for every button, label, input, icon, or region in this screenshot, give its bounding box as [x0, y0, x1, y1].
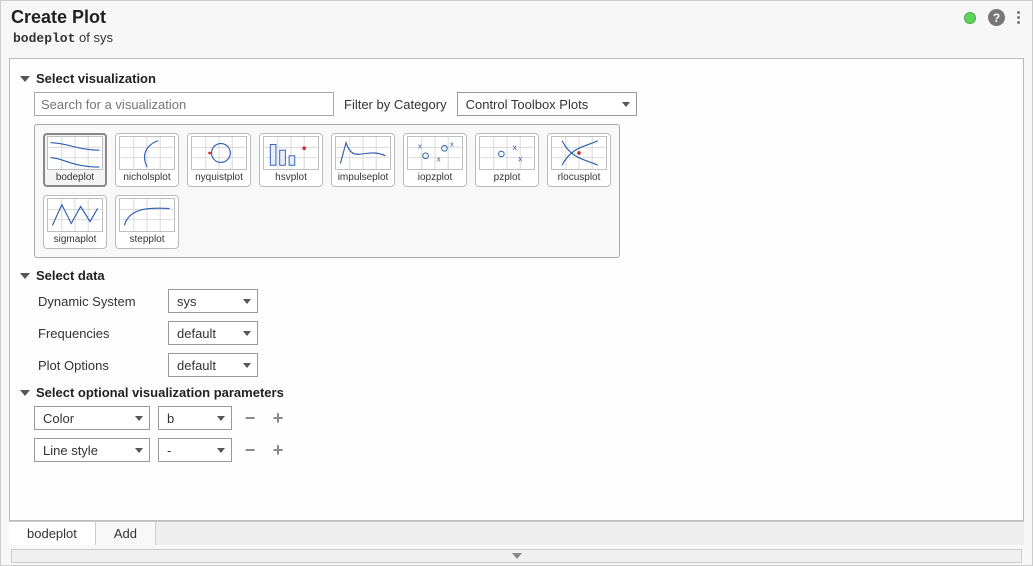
viz-thumb-icon: [47, 198, 103, 232]
filter-label: Filter by Category: [344, 97, 447, 112]
viz-label: nyquistplot: [195, 172, 243, 183]
subtitle-code: bodeplot: [13, 31, 75, 46]
viz-label: iopzplot: [418, 172, 452, 183]
viz-thumb-icon: [119, 136, 175, 170]
viz-label: impulseplot: [338, 172, 389, 183]
collapse-strip[interactable]: [11, 549, 1022, 563]
create-plot-window: Create Plot ? bodeplot of sys Select vis…: [0, 0, 1033, 566]
viz-label: bodeplot: [56, 172, 94, 183]
viz-label: sigmaplot: [54, 234, 97, 245]
plot-options-select[interactable]: default: [168, 353, 258, 377]
svg-text:x: x: [437, 154, 441, 163]
chevron-down-icon: [217, 448, 225, 453]
status-indicator-icon: [964, 12, 976, 24]
search-input[interactable]: [34, 92, 334, 116]
svg-text:x: x: [518, 153, 523, 163]
category-select[interactable]: Control Toolbox Plots: [457, 92, 637, 116]
viz-thumb-icon: [263, 136, 319, 170]
more-menu-icon[interactable]: [1015, 9, 1022, 26]
remove-param-button[interactable]: −: [240, 440, 260, 460]
main-panel: Select visualization Filter by Category …: [9, 58, 1024, 521]
add-param-button[interactable]: +: [268, 440, 288, 460]
viz-item-hsvplot[interactable]: hsvplot: [259, 133, 323, 187]
subtitle: bodeplot of sys: [1, 30, 1032, 52]
viz-label: nicholsplot: [123, 172, 170, 183]
help-icon[interactable]: ?: [988, 9, 1005, 26]
viz-thumb-icon: [47, 136, 103, 170]
param-value-select[interactable]: b: [158, 406, 232, 430]
chevron-down-icon: [243, 299, 251, 304]
viz-thumb-icon: xxx: [407, 136, 463, 170]
caret-down-icon: [20, 390, 30, 396]
viz-thumb-icon: [191, 136, 247, 170]
viz-thumb-icon: [551, 136, 607, 170]
viz-thumb-icon: [119, 198, 175, 232]
dynamic-system-label: Dynamic System: [38, 294, 158, 309]
caret-down-icon: [20, 273, 30, 279]
window-title: Create Plot: [11, 7, 106, 28]
viz-item-sigmaplot[interactable]: sigmaplot: [43, 195, 107, 249]
param-name-select[interactable]: Color: [34, 406, 150, 430]
viz-item-stepplot[interactable]: stepplot: [115, 195, 179, 249]
viz-item-pzplot[interactable]: xx pzplot: [475, 133, 539, 187]
viz-item-bodeplot[interactable]: bodeplot: [43, 133, 107, 187]
viz-item-iopzplot[interactable]: xxxiopzplot: [403, 133, 467, 187]
caret-down-icon: [20, 76, 30, 82]
chevron-down-icon: [135, 448, 143, 453]
chevron-down-icon: [217, 416, 225, 421]
frequencies-label: Frequencies: [38, 326, 158, 341]
param-value-select[interactable]: -: [158, 438, 232, 462]
frequencies-select[interactable]: default: [168, 321, 258, 345]
svg-text:x: x: [418, 141, 422, 150]
viz-item-nicholsplot[interactable]: nicholsplot: [115, 133, 179, 187]
param-row: Line style - − +: [34, 438, 1013, 462]
dynamic-system-select[interactable]: sys: [168, 289, 258, 313]
plot-options-label: Plot Options: [38, 358, 158, 373]
section-optional-params[interactable]: Select optional visualization parameters: [20, 385, 1013, 400]
param-row: Color b − +: [34, 406, 1013, 430]
svg-text:x: x: [450, 139, 454, 148]
title-bar: Create Plot ?: [1, 1, 1032, 30]
viz-label: hsvplot: [275, 172, 307, 183]
chevron-down-icon: [512, 553, 522, 559]
viz-item-impulseplot[interactable]: impulseplot: [331, 133, 395, 187]
param-name-select[interactable]: Line style: [34, 438, 150, 462]
viz-label: rlocusplot: [558, 172, 601, 183]
subtitle-target: sys: [94, 30, 114, 45]
tab-add[interactable]: Add: [96, 522, 156, 545]
viz-thumb-icon: xx: [479, 136, 535, 170]
body: Select visualization Filter by Category …: [1, 52, 1032, 565]
viz-thumb-icon: [335, 136, 391, 170]
remove-param-button[interactable]: −: [240, 408, 260, 428]
chevron-down-icon: [243, 331, 251, 336]
viz-item-nyquistplot[interactable]: nyquistplot: [187, 133, 251, 187]
add-param-button[interactable]: +: [268, 408, 288, 428]
chevron-down-icon: [135, 416, 143, 421]
section-select-data[interactable]: Select data: [20, 268, 1013, 283]
section-select-visualization[interactable]: Select visualization: [20, 71, 1013, 86]
visualization-gallery: bodeplot nicholsplot nyquistplot hsvplot imp…: [34, 124, 620, 258]
viz-item-rlocusplot[interactable]: rlocusplot: [547, 133, 611, 187]
viz-label: stepplot: [129, 234, 164, 245]
viz-label: pzplot: [494, 172, 521, 183]
chevron-down-icon: [622, 102, 630, 107]
chevron-down-icon: [243, 363, 251, 368]
tab-bodeplot[interactable]: bodeplot: [9, 522, 96, 545]
bottom-tabs: bodeplotAdd: [9, 521, 1024, 545]
